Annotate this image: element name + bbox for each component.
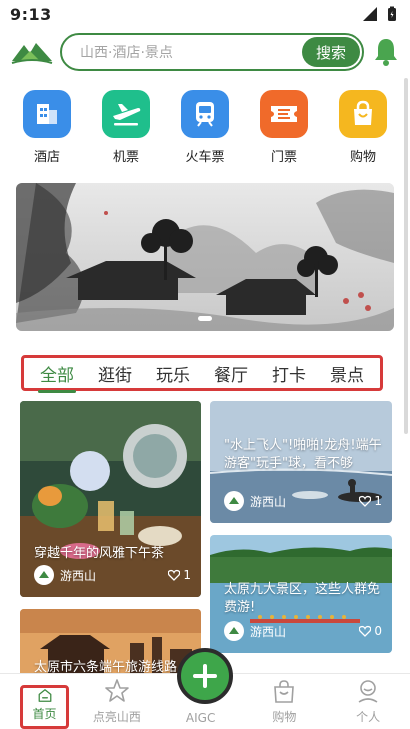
signal-icon [363,7,377,21]
category-hotel[interactable]: 酒店 [12,90,82,165]
like-count: 1 [183,568,191,582]
tab-scenic-spots[interactable]: 景点 [328,361,366,386]
hotel-icon [23,90,71,138]
star-icon [105,679,129,702]
author-name: 游西山 [250,494,287,509]
heart-icon [359,495,372,507]
shopping-bag-icon [339,90,387,138]
feed-card-title: 穿越千年的风雅下午茶 [34,546,165,561]
like-button[interactable]: 1 [359,494,382,508]
search-button[interactable]: 搜索 [301,37,360,67]
tab-shopping-street[interactable]: 逛街 [96,361,134,386]
status-icons [362,6,400,22]
category-shopping[interactable]: 购物 [328,90,398,165]
app-logo-icon[interactable] [10,37,54,67]
author-avatar [34,565,54,585]
feed-card[interactable]: "水上飞人"!啪啪!龙舟!端午游客"玩手"球，看不够 游西山 1 [210,401,392,523]
category-label: 酒店 [33,150,60,165]
category-tabs: 全部 逛街 玩乐 餐厅 打卡 景点 [21,355,383,393]
scrollbar[interactable] [404,78,408,434]
category-flight[interactable]: 机票 [91,90,161,165]
battery-icon [388,6,396,21]
plus-icon [193,664,217,688]
feed-card[interactable]: 穿越千年的风雅下午茶 游西山 1 [20,401,201,597]
like-button[interactable]: 0 [359,624,382,638]
feed-card-meta: 游西山 1 [224,491,382,511]
tab-all[interactable]: 全部 [38,361,76,393]
status-bar: 9:13 [0,0,410,28]
author-avatar [224,621,244,641]
top-bar: 山西·酒店·景点 搜索 [0,28,410,76]
nav-shop-label: 购物 [272,710,297,724]
train-icon [181,90,229,138]
airplane-icon [102,90,150,138]
category-ticket[interactable]: 门票 [249,90,319,165]
heart-icon [359,625,372,637]
author-name: 游西山 [250,624,287,639]
nav-shop[interactable]: 购物 [243,674,327,729]
category-label: 购物 [349,150,376,165]
nav-home[interactable]: 首页 [20,685,69,729]
user-icon [358,680,378,703]
heart-icon [168,569,181,581]
nav-explore-label: 点亮山西 [92,710,141,724]
carousel-indicator [198,316,212,321]
tab-restaurant[interactable]: 餐厅 [212,361,250,386]
search-input[interactable]: 山西·酒店·景点 搜索 [60,33,364,71]
nav-home-label: 首页 [32,707,57,721]
content-feed: 穿越千年的风雅下午茶 游西山 1 "水上飞人"!啪啪!龙舟!端午游客"玩手"球，… [20,401,392,673]
shopping-bag-icon [274,680,295,703]
feed-card-meta: 游西山 1 [34,565,191,585]
category-train[interactable]: 火车票 [170,90,240,165]
nav-profile[interactable]: 个人 [326,674,410,729]
home-icon [38,689,51,702]
category-label: 机票 [112,150,139,165]
tab-checkin[interactable]: 打卡 [270,361,308,386]
feed-card-title: 太原九大景区，这些人群免费游! [224,582,381,615]
category-label: 门票 [270,150,297,165]
nav-profile-label: 个人 [356,710,381,724]
author-name: 游西山 [60,568,97,583]
category-grid: 酒店 机票 火车票 门票 购物 [12,90,398,165]
feed-card[interactable]: 太原九大景区，这些人群免费游! 游西山 0 [210,535,392,653]
like-count: 1 [374,494,382,508]
feed-card-title: "水上飞人"!啪啪!龙舟!端午游客"玩手"球，看不够 [224,438,382,471]
notification-bell-icon[interactable] [372,36,400,68]
author-avatar [224,491,244,511]
like-count: 0 [374,624,382,638]
search-placeholder: 山西·酒店·景点 [80,45,173,61]
status-time: 9:13 [10,4,52,24]
ink-painting-image [16,183,394,331]
promo-banner[interactable] [16,183,394,331]
feed-card[interactable]: 太原市六条端午旅游线路 [20,609,201,673]
tab-entertainment[interactable]: 玩乐 [154,361,192,386]
feed-card-title: 太原市六条端午旅游线路 [34,660,178,673]
feed-card-meta: 游西山 0 [224,621,382,641]
category-label: 火车票 [185,150,225,165]
ticket-icon [260,90,308,138]
aigc-plus-button[interactable] [177,648,233,704]
nav-aigc-label: AIGC [185,711,216,725]
nav-explore[interactable]: 点亮山西 [75,674,159,729]
like-button[interactable]: 1 [168,568,191,582]
